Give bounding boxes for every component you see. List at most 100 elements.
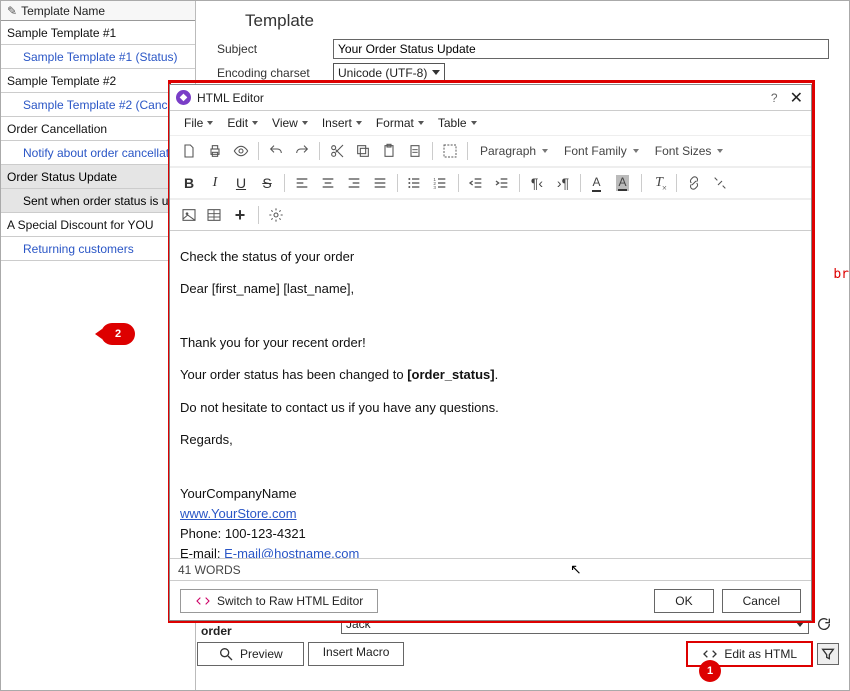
bullet-list-icon [406,175,422,191]
image-button[interactable] [176,202,202,228]
cursor-icon: ↖ [570,561,582,578]
statusbar: 41 WORDS ↖ [170,558,811,580]
chevron-down-icon [207,121,213,125]
italic-button[interactable]: I [202,170,228,196]
paste-button[interactable] [376,138,402,164]
insert-button[interactable]: + [228,202,254,228]
new-doc-button[interactable] [176,138,202,164]
bold-button[interactable]: B [176,170,202,196]
plus-icon: + [235,205,246,226]
menu-view[interactable]: View [266,113,314,133]
cancel-button[interactable]: Cancel [722,589,801,613]
unlink-button[interactable] [707,170,733,196]
italic-icon: I [213,175,218,191]
subject-input[interactable] [333,39,829,59]
stray-code-text: br [833,267,849,282]
select-all-button[interactable] [437,138,463,164]
redo-button[interactable] [289,138,315,164]
preview-button[interactable]: Preview [197,642,304,666]
help-button[interactable]: ? [771,91,778,105]
sidebar-group[interactable]: A Special Discount for YOU [1,213,195,237]
sidebar-group[interactable]: Sample Template #2 [1,69,195,93]
table-button[interactable] [202,202,228,228]
editor-content[interactable]: Check the status of your order Dear [fir… [170,231,811,558]
strikethrough-button[interactable]: S [254,170,280,196]
menu-file[interactable]: File [178,113,219,133]
align-center-icon [320,175,336,191]
signature-site-link[interactable]: www.YourStore.com [180,506,297,521]
sidebar-group[interactable]: Sample Template #1 [1,21,195,45]
fontfamily-select[interactable]: Font Family [556,138,647,164]
settings-button[interactable] [263,202,289,228]
select-all-icon [442,143,458,159]
numbered-list-button[interactable]: 123 [428,170,454,196]
print-button[interactable] [202,138,228,164]
indent-button[interactable] [489,170,515,196]
text-color-button[interactable]: A [585,170,611,196]
indent-icon [494,175,510,191]
outdent-button[interactable] [463,170,489,196]
bullet-list-button[interactable] [402,170,428,196]
align-center-button[interactable] [315,170,341,196]
close-button[interactable]: ✕ [788,88,805,108]
highlight-icon: A [616,175,628,191]
undo-button[interactable] [263,138,289,164]
clear-format-icon: T× [655,175,663,191]
menu-format[interactable]: Format [370,113,430,133]
rtl-button[interactable]: ›¶ [550,170,576,196]
preview-button[interactable] [228,138,254,164]
annotation-2: 2 [101,323,135,345]
sidebar-header-label: Template Name [21,4,105,18]
align-justify-button[interactable] [367,170,393,196]
sidebar-item[interactable]: Returning customers [1,237,195,261]
print-icon [207,143,223,159]
signature-email-link[interactable]: E-mail@hostname.com [224,546,359,558]
toolbar-row-1: Paragraph Font Family Font Sizes [170,135,811,167]
sidebar-header[interactable]: ✎ Template Name [1,1,195,21]
insert-macro-button[interactable]: Insert Macro [308,642,405,666]
html-editor-modal: ◆ HTML Editor ? ✕ File Edit View Insert … [169,84,812,621]
sidebar-item[interactable]: Sample Template #2 (Cancellation) [1,93,195,117]
menu-edit[interactable]: Edit [221,113,264,133]
body-line: Do not hesitate to contact us if you hav… [180,398,801,418]
filter-button[interactable] [817,643,839,665]
sidebar-group-selected[interactable]: Order Status Update [1,165,195,189]
sidebar-group[interactable]: Order Cancellation [1,117,195,141]
modal-footer: Switch to Raw HTML Editor OK Cancel [170,580,811,620]
sidebar-item[interactable]: Notify about order cancellation [1,141,195,165]
underline-icon: U [236,175,246,191]
sidebar-item-selected[interactable]: Sent when order status is updated [1,189,195,213]
sidebar-item[interactable]: Sample Template #1 (Status) [1,45,195,69]
clipboard-icon [381,143,397,159]
body-line: Regards, [180,430,801,450]
body-line: Check the status of your order [180,247,801,267]
align-right-button[interactable] [341,170,367,196]
paragraph-select[interactable]: Paragraph [472,138,556,164]
menu-table[interactable]: Table [432,113,483,133]
ltr-button[interactable]: ¶‹ [524,170,550,196]
align-left-button[interactable] [289,170,315,196]
copy-button[interactable] [350,138,376,164]
outdent-icon [468,175,484,191]
chevron-down-icon [717,149,723,153]
link-button[interactable] [681,170,707,196]
paste-text-button[interactable] [402,138,428,164]
text-color-icon: A [592,175,600,191]
fontsize-select[interactable]: Font Sizes [647,138,732,164]
cut-button[interactable] [324,138,350,164]
switch-raw-button[interactable]: Switch to Raw HTML Editor [180,589,378,613]
clear-format-button[interactable]: T× [646,170,672,196]
body-line: Your order status has been changed to [o… [180,365,801,385]
link-icon [686,175,702,191]
menubar: File Edit View Insert Format Table [170,111,811,135]
underline-button[interactable]: U [228,170,254,196]
sidebar: ✎ Template Name Sample Template #1 Sampl… [1,1,196,691]
scissors-icon [329,143,345,159]
menu-insert[interactable]: Insert [316,113,368,133]
refresh-button[interactable] [813,613,835,635]
modal-titlebar: ◆ HTML Editor ? ✕ [170,85,811,111]
ok-button[interactable]: OK [654,589,713,613]
bg-color-button[interactable]: A [611,170,637,196]
word-count: 41 WORDS [178,563,241,577]
align-right-icon [346,175,362,191]
